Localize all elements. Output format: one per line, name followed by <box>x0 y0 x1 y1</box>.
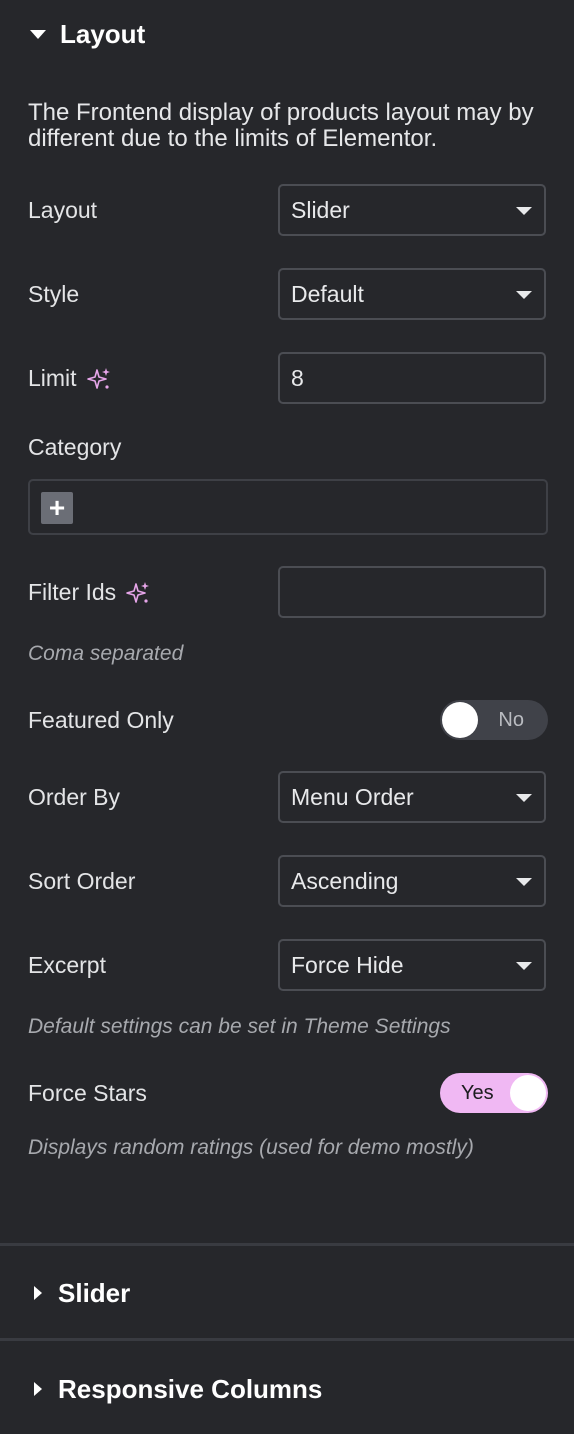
sort-order-select-value: Ascending <box>291 867 399 894</box>
category-select[interactable]: + <box>28 479 548 535</box>
section-responsive-header[interactable]: Responsive Columns <box>0 1369 574 1409</box>
filter-ids-hint: Coma separated <box>28 642 184 665</box>
excerpt-label: Excerpt <box>28 952 106 978</box>
filter-ids-label: Filter Ids <box>28 579 117 605</box>
section-slider-title: Slider <box>58 1277 131 1308</box>
excerpt-select-value: Force Hide <box>291 951 404 978</box>
limit-label: Limit <box>28 365 77 391</box>
caret-right-icon <box>34 1382 42 1396</box>
toggle-knob <box>510 1075 546 1111</box>
sort-order-label: Sort Order <box>28 868 136 894</box>
section-divider <box>0 1243 574 1246</box>
excerpt-select[interactable]: Force Hide <box>278 939 546 991</box>
sort-order-select[interactable]: Ascending <box>278 855 546 907</box>
section-responsive-title: Responsive Columns <box>58 1373 323 1404</box>
order-by-select[interactable]: Menu Order <box>278 771 546 823</box>
featured-only-toggle[interactable]: No <box>440 700 548 740</box>
order-by-label: Order By <box>28 784 121 810</box>
limit-label-row: Limit <box>28 365 111 392</box>
chevron-down-icon <box>516 207 532 215</box>
order-by-select-value: Menu Order <box>291 783 414 810</box>
layout-label: Layout <box>28 197 98 223</box>
chevron-down-icon <box>516 962 532 970</box>
plus-icon[interactable]: + <box>41 492 73 524</box>
limit-input[interactable]: 8 <box>278 352 546 404</box>
section-slider-header[interactable]: Slider <box>0 1273 574 1313</box>
force-stars-state: Yes <box>461 1081 494 1104</box>
style-select-value: Default <box>291 280 364 307</box>
excerpt-hint: Default settings can be set in Theme Set… <box>28 1015 451 1038</box>
caret-down-icon <box>30 29 46 39</box>
layout-notice: The Frontend display of products layout … <box>28 99 534 152</box>
section-layout-header[interactable]: Layout <box>0 14 574 54</box>
section-layout-title: Layout <box>60 18 146 49</box>
layout-select[interactable]: Slider <box>278 184 546 236</box>
force-stars-label: Force Stars <box>28 1080 147 1106</box>
chevron-down-icon <box>516 794 532 802</box>
caret-right-icon <box>34 1286 42 1300</box>
toggle-knob <box>442 702 478 738</box>
force-stars-hint: Displays random ratings (used for demo m… <box>28 1136 474 1159</box>
featured-only-label: Featured Only <box>28 707 174 733</box>
featured-only-state: No <box>498 708 524 731</box>
category-label: Category <box>28 434 122 460</box>
layout-select-value: Slider <box>291 196 350 223</box>
filter-ids-label-row: Filter Ids <box>28 579 150 606</box>
chevron-down-icon <box>516 878 532 886</box>
force-stars-toggle[interactable]: Yes <box>440 1073 548 1113</box>
filter-ids-input[interactable] <box>278 566 546 618</box>
section-divider <box>0 1338 574 1341</box>
sparkle-icon[interactable] <box>86 367 111 391</box>
sparkle-icon[interactable] <box>126 581 150 605</box>
chevron-down-icon <box>516 291 532 299</box>
style-select[interactable]: Default <box>278 268 546 320</box>
style-label: Style <box>28 281 80 307</box>
